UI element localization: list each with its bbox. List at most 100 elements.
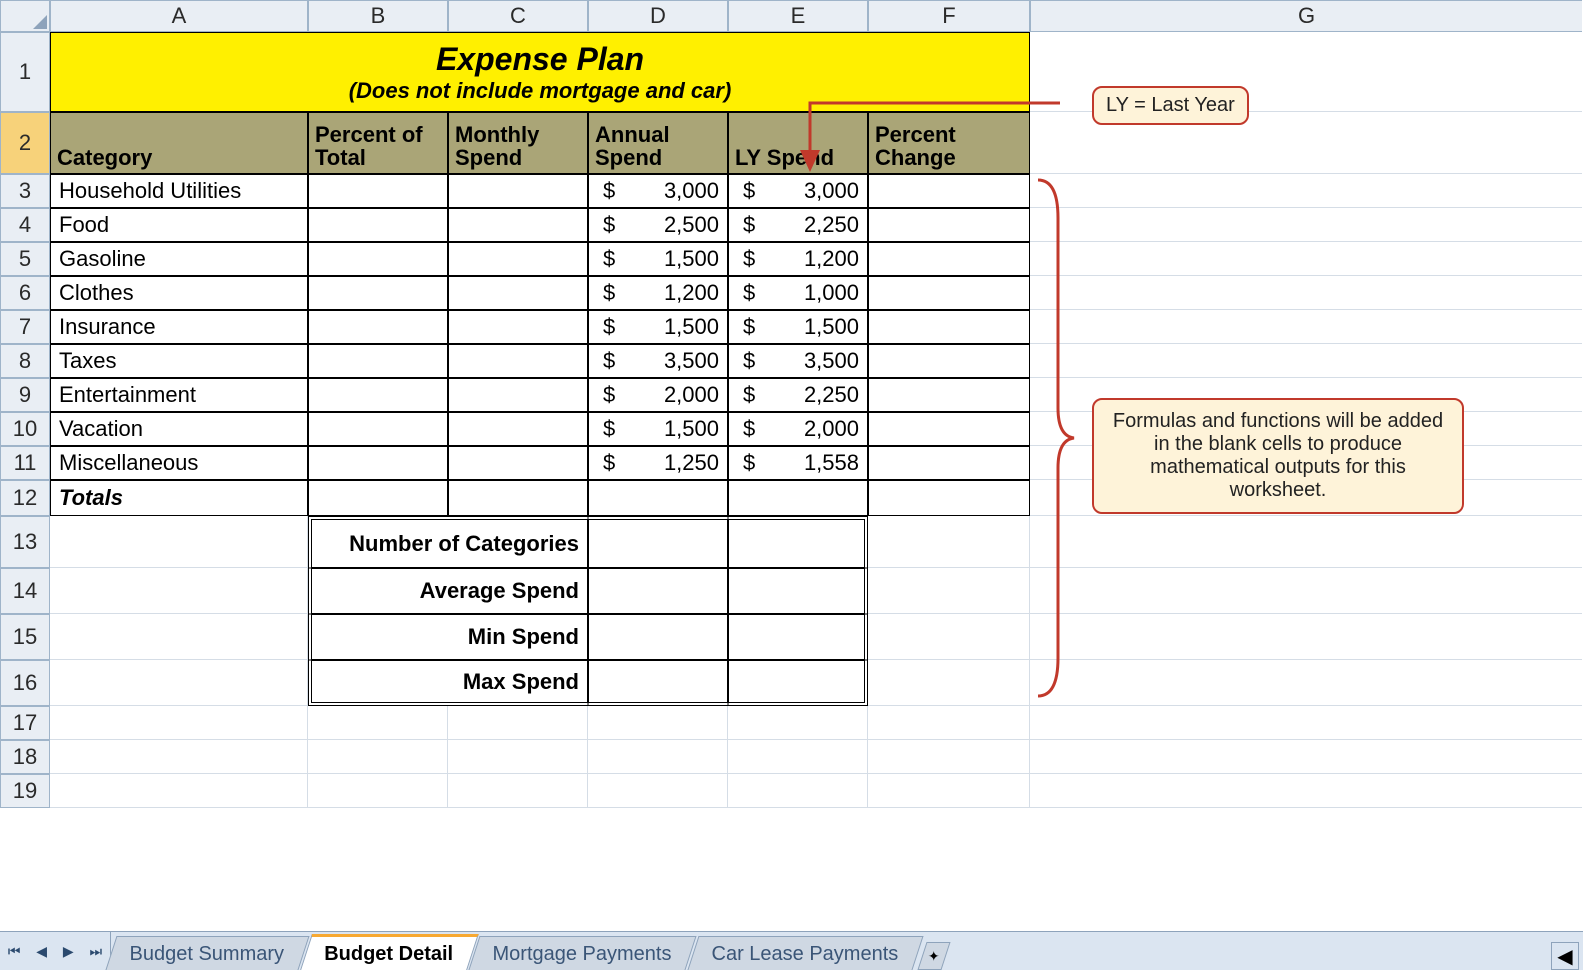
header-annual-spend[interactable]: Annual Spend [588, 112, 728, 174]
cell-G18[interactable] [1030, 740, 1582, 774]
cell-monthly-spend[interactable] [448, 174, 588, 208]
cell-percent-total[interactable] [308, 344, 448, 378]
row-header-19[interactable]: 19 [0, 774, 50, 808]
header-ly-spend[interactable]: LY Spend [728, 112, 868, 174]
cell-A14[interactable] [50, 568, 308, 614]
row-header-15[interactable]: 15 [0, 614, 50, 660]
row-header-9[interactable]: 9 [0, 378, 50, 412]
cell-G19[interactable] [1030, 774, 1582, 808]
tab-first-icon[interactable]: ⏮ [8, 943, 21, 960]
summary-E16[interactable] [728, 660, 868, 706]
cell-C18[interactable] [448, 740, 588, 774]
col-header-A[interactable]: A [50, 0, 308, 32]
cell-annual-spend[interactable]: $1,500 [588, 412, 728, 446]
cell-G14[interactable] [1030, 568, 1582, 614]
cell-C19[interactable] [448, 774, 588, 808]
cell-A15[interactable] [50, 614, 308, 660]
cell-B17[interactable] [308, 706, 448, 740]
hscroll-left-icon[interactable]: ◀ [1551, 942, 1579, 970]
cell-ly-spend[interactable]: $1,200 [728, 242, 868, 276]
cell-A13[interactable] [50, 516, 308, 568]
cell-F14[interactable] [868, 568, 1030, 614]
sheet-tab[interactable]: Mortgage Payments [469, 936, 697, 970]
col-header-G[interactable]: G [1030, 0, 1582, 32]
cell-monthly-spend[interactable] [448, 378, 588, 412]
cell-monthly-spend[interactable] [448, 412, 588, 446]
cell-G3[interactable] [1030, 174, 1582, 208]
row-header-17[interactable]: 17 [0, 706, 50, 740]
cell-annual-spend[interactable]: $1,250 [588, 446, 728, 480]
cell-percent-total[interactable] [308, 446, 448, 480]
cell-F13[interactable] [868, 516, 1030, 568]
cell-ly-spend[interactable]: $3,000 [728, 174, 868, 208]
col-header-F[interactable]: F [868, 0, 1030, 32]
cell-monthly-spend[interactable] [448, 276, 588, 310]
cell-monthly-spend[interactable] [448, 446, 588, 480]
summary-label-13[interactable]: Number of Categories [308, 516, 588, 568]
cell-category[interactable]: Food [50, 208, 308, 242]
cell-percent-total[interactable] [308, 208, 448, 242]
cell-G16[interactable] [1030, 660, 1582, 706]
cell-category[interactable]: Entertainment [50, 378, 308, 412]
cell-annual-spend[interactable]: $1,200 [588, 276, 728, 310]
cell-percent-total[interactable] [308, 276, 448, 310]
col-header-E[interactable]: E [728, 0, 868, 32]
col-header-B[interactable]: B [308, 0, 448, 32]
cell-B12[interactable] [308, 480, 448, 516]
cell-A19[interactable] [50, 774, 308, 808]
cell-B18[interactable] [308, 740, 448, 774]
title-cell[interactable]: Expense Plan (Does not include mortgage … [50, 32, 1030, 112]
row-header-10[interactable]: 10 [0, 412, 50, 446]
cell-category[interactable]: Gasoline [50, 242, 308, 276]
cell-D18[interactable] [588, 740, 728, 774]
sheet-tab[interactable]: Car Lease Payments [688, 936, 924, 970]
cell-category[interactable]: Miscellaneous [50, 446, 308, 480]
cell-percent-change[interactable] [868, 276, 1030, 310]
cell-F12[interactable] [868, 480, 1030, 516]
cell-C17[interactable] [448, 706, 588, 740]
row-header-14[interactable]: 14 [0, 568, 50, 614]
cell-annual-spend[interactable]: $2,000 [588, 378, 728, 412]
cell-ly-spend[interactable]: $2,250 [728, 378, 868, 412]
cell-percent-total[interactable] [308, 378, 448, 412]
cell-A16[interactable] [50, 660, 308, 706]
summary-D14[interactable] [588, 568, 728, 614]
row-header-6[interactable]: 6 [0, 276, 50, 310]
cell-G4[interactable] [1030, 208, 1582, 242]
cell-F15[interactable] [868, 614, 1030, 660]
header-monthly-spend[interactable]: Monthly Spend [448, 112, 588, 174]
row-header-12[interactable]: 12 [0, 480, 50, 516]
cell-G6[interactable] [1030, 276, 1582, 310]
row-header-16[interactable]: 16 [0, 660, 50, 706]
cell-category[interactable]: Vacation [50, 412, 308, 446]
cell-A18[interactable] [50, 740, 308, 774]
row-header-8[interactable]: 8 [0, 344, 50, 378]
cell-G8[interactable] [1030, 344, 1582, 378]
cell-percent-change[interactable] [868, 446, 1030, 480]
cell-E17[interactable] [728, 706, 868, 740]
summary-label-15[interactable]: Min Spend [308, 614, 588, 660]
sheet-tab[interactable]: Budget Summary [105, 936, 309, 970]
cell-D12[interactable] [588, 480, 728, 516]
cell-percent-total[interactable] [308, 174, 448, 208]
row-header-13[interactable]: 13 [0, 516, 50, 568]
summary-E14[interactable] [728, 568, 868, 614]
cell-monthly-spend[interactable] [448, 344, 588, 378]
totals-label[interactable]: Totals [50, 480, 308, 516]
cell-G5[interactable] [1030, 242, 1582, 276]
col-header-D[interactable]: D [588, 0, 728, 32]
cell-percent-total[interactable] [308, 412, 448, 446]
cell-annual-spend[interactable]: $2,500 [588, 208, 728, 242]
summary-D16[interactable] [588, 660, 728, 706]
cell-E19[interactable] [728, 774, 868, 808]
cell-percent-change[interactable] [868, 174, 1030, 208]
summary-E15[interactable] [728, 614, 868, 660]
cell-G17[interactable] [1030, 706, 1582, 740]
row-header-5[interactable]: 5 [0, 242, 50, 276]
cell-category[interactable]: Taxes [50, 344, 308, 378]
summary-D13[interactable] [588, 516, 728, 568]
cell-C12[interactable] [448, 480, 588, 516]
cell-annual-spend[interactable]: $3,500 [588, 344, 728, 378]
cell-percent-change[interactable] [868, 208, 1030, 242]
row-header-4[interactable]: 4 [0, 208, 50, 242]
